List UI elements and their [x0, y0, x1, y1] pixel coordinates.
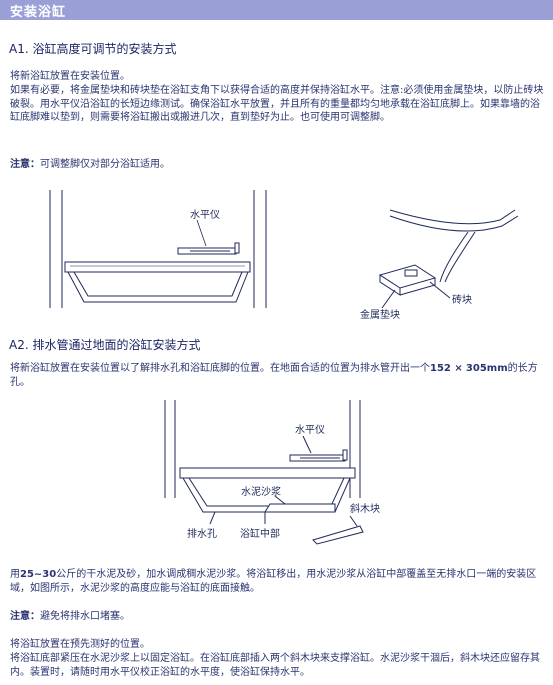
a2-bathtub-figure: 水平仪 水泥沙浆 排水孔 浴缸中部 斜木块 [164, 400, 380, 545]
a2-p1-dim1: 152 × [430, 363, 463, 374]
a2-label-drain: 排水孔 [187, 527, 217, 540]
a1-bathtub-figure: 水平仪 [49, 190, 267, 308]
a1-corner-figure: 砖块 金属垫块 [360, 209, 519, 321]
a2-p2-text-a: 用 [10, 569, 20, 580]
a1-paragraph-2: 如果有必要，将金属垫块和砖块垫在浴缸支角下以获得合适的高度并保持浴缸水平。注意:… [10, 85, 544, 123]
a1-paragraph-1: 将新浴缸放置在安装位置。 [10, 71, 130, 82]
a2-label-mortar: 水泥沙浆 [241, 485, 281, 498]
page-title: 安装浴缸 [10, 5, 67, 20]
a2-p2-num: 25~30 [20, 569, 57, 580]
a1-label-metal-pad: 金属垫块 [360, 308, 400, 321]
a1-label-level: 水平仪 [190, 209, 220, 221]
a2-paragraph-3: 将浴缸放置在预先测好的位置。 [10, 639, 150, 650]
section-a1-heading: A1. 浴缸高度可调节的安装方式 [9, 42, 177, 56]
a2-paragraph-1: 将新浴缸放置在安装位置以了解排水孔和浴缸底脚的位置。在地面合适的位置为排水管开出… [10, 362, 545, 389]
a1-note-label: 注意： [10, 159, 40, 170]
section-a2-heading: A2. 排水管通过地面的浴缸安装方式 [9, 338, 201, 352]
a2-label-level: 水平仪 [295, 424, 325, 436]
a2-p1-text-a: 将新浴缸放置在安装位置以了解排水孔和浴缸底脚的位置。在地面合适的位置为排水管开出… [10, 363, 430, 374]
a2-paragraph-2: 用25~30公斤的干水泥及砂，加水调成稠水泥沙浆。将浴缸移出，用水泥沙浆从浴缸中… [10, 568, 545, 595]
a2-label-center: 浴缸中部 [240, 527, 280, 540]
a2-p1-dim2: 305mm [465, 363, 508, 374]
a1-note-text: 可调整脚仅对部分浴缸适用。 [40, 159, 170, 170]
a2-paragraph-4: 将浴缸底部紧压在水泥沙浆上以固定浴缸。在浴缸底部插入两个斜木块来支撑浴缸。水泥沙… [10, 653, 540, 678]
a2-label-wedge: 斜木块 [350, 502, 380, 515]
a2-note-label: 注意： [10, 611, 40, 622]
a1-label-brick: 砖块 [452, 293, 472, 306]
page-header: 安装浴缸 [0, 0, 553, 20]
a2-note: 注意：避免将排水口堵塞。 [10, 610, 545, 624]
a2-note-text: 避免将排水口堵塞。 [40, 611, 130, 622]
a1-note: 注意：可调整脚仅对部分浴缸适用。 [10, 158, 545, 172]
a2-p2-text-b: 公斤的干水泥及砂，加水调成稠水泥沙浆。将浴缸移出，用水泥沙浆从浴缸中部覆盖至无排… [10, 569, 537, 594]
